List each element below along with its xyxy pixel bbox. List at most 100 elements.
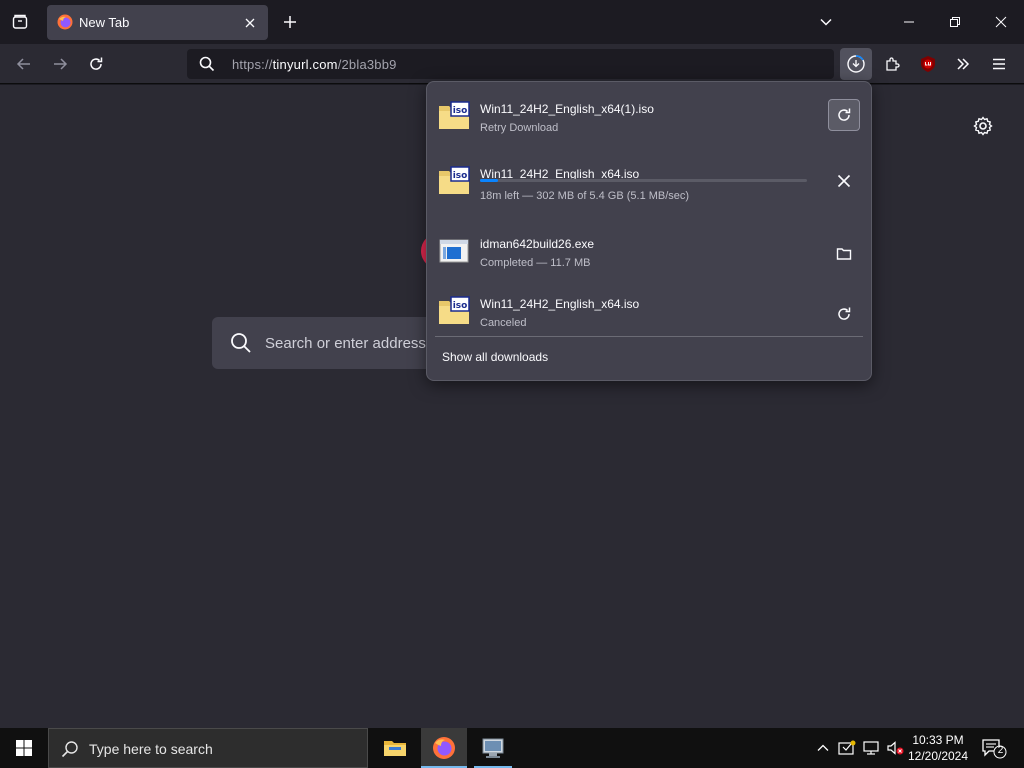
downloads-button[interactable] <box>840 48 872 80</box>
file-explorer-taskbar-button[interactable] <box>372 728 418 768</box>
volume-button[interactable] <box>885 738 905 758</box>
search-icon <box>61 741 78 758</box>
iso-file-icon: iso <box>439 166 470 194</box>
svg-text:iso: iso <box>453 106 468 116</box>
notification-count-badge: 2 <box>997 745 1004 756</box>
download-status: Completed — 11.7 MB <box>480 257 591 269</box>
url-text: https://tinyurl.com/2bla3bb9 <box>232 57 397 72</box>
volume-muted-icon <box>887 741 904 755</box>
cancel-icon <box>837 174 851 188</box>
retry-icon <box>838 108 851 121</box>
puzzle-icon <box>886 57 900 71</box>
overflow-menu-button[interactable] <box>947 48 979 80</box>
network-button[interactable] <box>861 738 881 758</box>
arrow-left-icon <box>16 58 30 70</box>
download-item[interactable]: iso Win11_24H2_English_x64(1).iso Retry … <box>427 86 871 146</box>
download-item[interactable]: iso Win11_24H2_English_x64.iso Canceled <box>427 281 871 341</box>
url-scheme: https:// <box>232 57 273 72</box>
firefox-view-button[interactable] <box>2 4 38 40</box>
svg-text:iso: iso <box>453 301 468 311</box>
firefox-view-icon <box>12 14 28 29</box>
tray-app-icon <box>838 740 856 755</box>
tray-app-button[interactable] <box>837 738 857 758</box>
forward-button[interactable] <box>44 48 76 80</box>
panel-separator <box>435 336 863 337</box>
ublock-icon <box>921 56 935 72</box>
show-in-folder-button[interactable] <box>828 238 860 270</box>
download-filename: idman642build26.exe <box>480 237 595 251</box>
download-progress-bar <box>480 179 807 182</box>
chevron-up-icon <box>817 744 829 751</box>
svg-text:iso: iso <box>453 171 468 181</box>
network-icon <box>863 741 879 755</box>
app-menu-button[interactable] <box>983 48 1015 80</box>
minimize-button[interactable] <box>886 0 932 44</box>
chevron-down-icon <box>820 18 832 26</box>
cancel-download-button[interactable] <box>828 165 860 197</box>
file-explorer-icon <box>384 741 406 756</box>
retry-icon <box>838 307 851 320</box>
navigation-toolbar: https://tinyurl.com/2bla3bb9 <box>0 44 1024 84</box>
iso-file-icon: iso <box>439 296 470 324</box>
clock-date: 12/20/2024 <box>907 749 969 763</box>
exe-file-icon <box>439 239 469 263</box>
tab-close-button[interactable] <box>240 13 260 33</box>
action-center-button[interactable]: 2 <box>980 736 1008 760</box>
search-icon <box>199 56 215 72</box>
show-all-downloads-button[interactable]: Show all downloads <box>442 350 548 364</box>
download-item[interactable]: idman642build26.exe Completed — 11.7 MB <box>427 221 871 281</box>
download-status: 18m left — 302 MB of 5.4 GB (5.1 MB/sec) <box>480 190 690 202</box>
download-progress-icon <box>847 55 865 73</box>
firefox-icon <box>57 14 73 30</box>
close-icon <box>995 16 1007 28</box>
plus-icon <box>284 16 296 28</box>
ublock-origin-button[interactable] <box>912 48 944 80</box>
back-button[interactable] <box>8 48 40 80</box>
search-icon <box>231 333 251 353</box>
download-progress-fill <box>480 179 499 182</box>
system-clock[interactable]: 10:33 PM 12/20/2024 <box>905 732 971 764</box>
address-bar[interactable]: https://tinyurl.com/2bla3bb9 <box>187 49 834 79</box>
download-filename: Win11_24H2_English_x64(1).iso <box>480 102 654 116</box>
system-app-icon <box>482 738 504 758</box>
window-close-button[interactable] <box>978 0 1024 44</box>
hamburger-menu-icon <box>993 58 1005 70</box>
close-icon <box>245 18 255 28</box>
iso-file-icon: iso <box>439 101 470 129</box>
minimize-icon <box>904 21 914 23</box>
download-status: Canceled <box>480 317 527 329</box>
reload-icon <box>90 57 103 70</box>
retry-download-button[interactable] <box>828 99 860 131</box>
tab-new-tab[interactable]: New Tab <box>47 5 268 40</box>
retry-download-button[interactable] <box>828 298 860 330</box>
reload-button[interactable] <box>80 48 112 80</box>
tab-strip: New Tab <box>0 0 1024 44</box>
taskbar-search-placeholder: Type here to search <box>89 741 213 757</box>
extensions-button[interactable] <box>876 48 908 80</box>
newtab-search-placeholder: Search or enter address <box>265 335 426 352</box>
firefox-icon <box>433 737 455 759</box>
firefox-taskbar-button[interactable] <box>421 728 467 768</box>
taskbar-search-box[interactable]: Type here to search <box>48 728 368 768</box>
start-button[interactable] <box>0 728 48 768</box>
restore-button[interactable] <box>932 0 978 44</box>
new-tab-button[interactable] <box>272 4 308 40</box>
url-path: /2bla3bb9 <box>337 57 397 72</box>
clock-time: 10:33 PM <box>912 733 964 747</box>
windows-logo-icon <box>16 740 32 756</box>
folder-icon <box>836 248 852 260</box>
show-hidden-icons-button[interactable] <box>813 738 833 758</box>
personalize-button[interactable] <box>972 115 994 137</box>
download-filename: Win11_24H2_English_x64.iso <box>480 297 640 311</box>
taskbar: Type here to search 10:33 PM 12/20/2024 … <box>0 728 1024 768</box>
list-all-tabs-button[interactable] <box>808 4 844 40</box>
app-taskbar-button[interactable] <box>470 728 516 768</box>
arrow-right-icon <box>54 58 68 70</box>
downloads-panel: iso Win11_24H2_English_x64(1).iso Retry … <box>426 81 872 381</box>
download-status: Retry Download <box>480 122 559 134</box>
double-chevron-right-icon <box>957 58 970 70</box>
url-host: tinyurl.com <box>272 57 338 72</box>
gear-icon <box>973 116 993 136</box>
tab-title: New Tab <box>79 15 130 30</box>
restore-icon <box>950 17 960 27</box>
